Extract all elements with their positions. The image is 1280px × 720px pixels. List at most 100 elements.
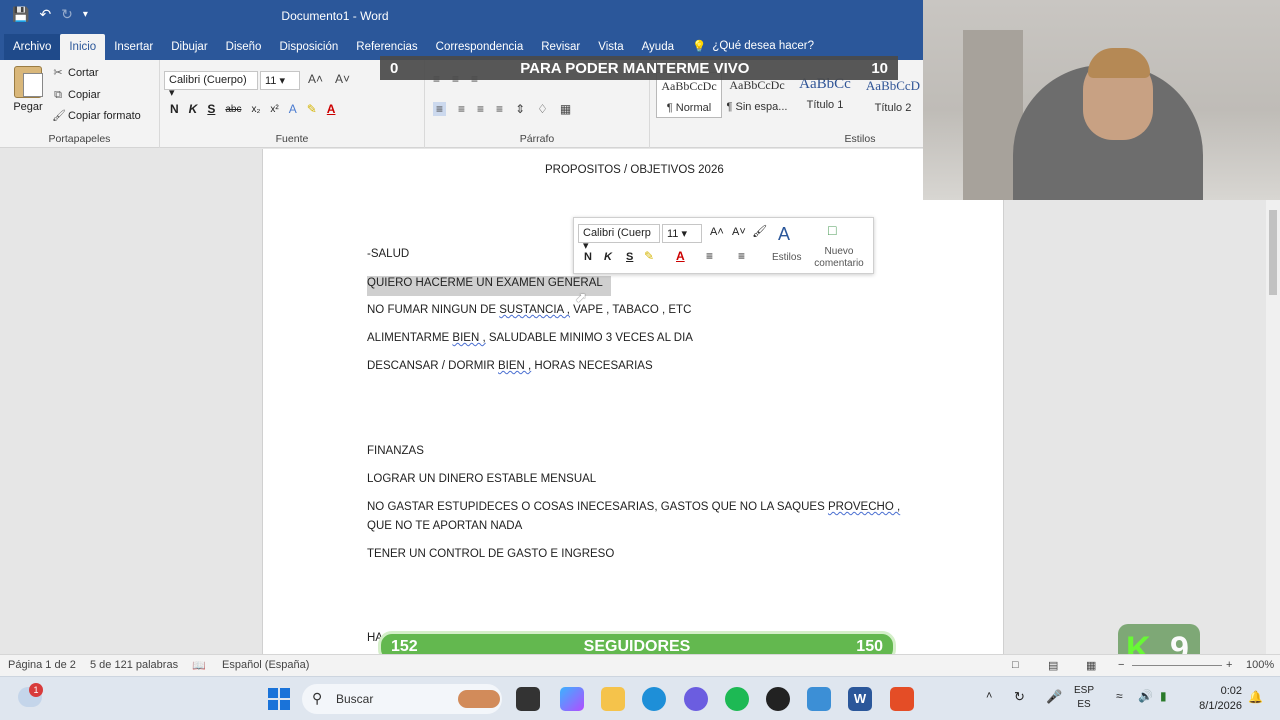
language-indicator[interactable]: Español (España) [222,659,309,671]
discord-icon[interactable] [684,687,708,711]
brave-icon[interactable] [890,687,914,711]
align-left-icon[interactable]: ≡ [433,102,447,116]
underline-button[interactable]: S [207,102,215,116]
mini-styles-label[interactable]: Estilos [772,252,801,263]
zoom-level[interactable]: 100% [1246,659,1274,671]
brush-icon: 🖌 [52,110,66,122]
copilot-icon[interactable] [560,687,584,711]
zoom-in-icon[interactable]: + [1226,659,1232,671]
spotify-icon[interactable] [725,687,749,711]
notifications-icon[interactable]: 🔔 [1248,690,1263,704]
text-effects-icon[interactable]: A [289,102,297,116]
status-bar: Página 1 de 2 5 de 121 palabras 📖 Españo… [0,654,1280,676]
language-switcher[interactable]: ESP ES [1074,684,1094,712]
microphone-icon[interactable]: 🎤 [1046,689,1062,705]
web-layout-icon[interactable]: ▦ [1086,659,1096,672]
read-mode-icon[interactable]: □ [1012,659,1019,671]
align-center-icon[interactable]: ≡ [458,102,465,116]
zoom-slider[interactable] [1132,665,1222,666]
font-size-select[interactable]: 11 ▾ [260,71,300,90]
italic-button[interactable]: K [189,102,198,116]
borders-icon[interactable]: ▦ [560,102,571,116]
battery-icon[interactable]: ▮ [1160,689,1167,703]
strikethrough-button[interactable]: abc [225,104,241,115]
file-explorer-icon[interactable] [601,687,625,711]
mini-size-select[interactable]: 11 ▾ [662,224,702,243]
tab-inicio[interactable]: Inicio [60,34,106,60]
new-comment-icon[interactable]: □ [828,222,836,238]
font-name-select[interactable]: Calibri (Cuerpo) ▾ [164,71,258,99]
mini-bullets-icon[interactable]: ≡ [706,249,713,263]
word-count[interactable]: 5 de 121 palabras [90,659,178,671]
font-color-icon[interactable]: A [327,102,336,116]
finanzas-line-3: TENER UN CONTROL DE GASTO E INGRESO [367,548,615,560]
mini-toolbar: Calibri (Cuerp ▾ 11 ▾ A˄ A˅ 🖌 N K S ✎ A … [573,217,874,274]
notepad-icon[interactable] [807,687,831,711]
print-layout-icon[interactable]: ▤ [1048,659,1058,672]
mini-underline-button[interactable]: S [626,251,633,263]
align-right-icon[interactable]: ≡ [477,102,484,116]
tray-chevron-icon[interactable]: ˄ [986,690,992,702]
mini-font-select[interactable]: Calibri (Cuerp ▾ [578,224,660,252]
task-view-icon[interactable] [516,687,540,711]
mini-grow-font-icon[interactable]: A˄ [710,226,724,238]
goal-target: 10 [871,59,888,77]
mini-shrink-font-icon[interactable]: A˅ [732,226,746,238]
doc-title: PROPOSITOS / OBJETIVOS 2026 [545,164,724,176]
goal-banner-top: 0 PARA PODER MANTERME VIVO 10 [380,56,898,80]
mini-font-color-icon[interactable]: A [676,249,685,263]
mini-numbering-icon[interactable]: ≡ [738,249,745,263]
salud-line-4: DESCANSAR / DORMIR BIEN , HORAS NECESARI… [367,360,653,372]
font-label: Fuente [275,133,309,145]
cut-button[interactable]: ✂ Cortar [52,67,98,79]
wifi-icon[interactable]: ≈ [1116,689,1123,703]
vertical-scrollbar[interactable] [1266,200,1280,654]
volume-icon[interactable]: 🔊 [1138,689,1153,703]
mini-styles-icon[interactable]: A [778,224,790,245]
paste-button[interactable]: Pegar [10,66,46,113]
format-painter-button[interactable]: 🖌 Copiar formato [52,110,141,122]
salud-line-3: ALIMENTARME BIEN , SALUDABLE MINIMO 3 VE… [367,332,693,344]
windows-start-icon[interactable] [268,688,290,710]
tab-archivo[interactable]: Archivo [4,34,61,60]
tab-disposicion[interactable]: Disposición [270,41,347,60]
line-spacing-icon[interactable]: ⇕ [515,102,525,116]
obs-icon[interactable] [766,687,790,711]
mouse-cursor-icon: ⬈ [575,289,587,305]
tab-insertar[interactable]: Insertar [105,41,162,60]
edge-icon[interactable] [642,687,666,711]
shading-icon[interactable]: ♢ [537,102,548,116]
webcam-overlay [923,0,1280,200]
mini-highlight-icon[interactable]: ✎ [644,249,654,263]
mini-format-painter-icon[interactable]: 🖌 [752,224,767,238]
mini-italic-button[interactable]: K [604,251,612,263]
scrollbar-thumb[interactable] [1269,210,1277,295]
paragraph-label: Párrafo [519,133,555,145]
sync-icon[interactable]: ↻ [1014,689,1025,705]
tab-dibujar[interactable]: Dibujar [162,41,216,60]
grow-font-icon[interactable]: A˄ [308,72,323,86]
proofing-icon[interactable]: 📖 [192,659,206,672]
goal-current: 0 [390,59,399,77]
copy-button[interactable]: ⧉ Copiar [52,89,100,101]
subscript-button[interactable]: x₂ [251,104,260,115]
superscript-button[interactable]: x² [270,104,278,115]
heading-salud: -SALUD [367,248,410,260]
search-highlight-icon[interactable] [458,690,500,708]
goal-text: PARA PODER MANTERME VIVO [520,59,750,77]
notification-badge: 1 [29,683,43,697]
taskbar-search[interactable]: ⚲ Buscar [302,684,502,714]
new-comment-button[interactable]: Nuevo comentario [812,246,866,270]
justify-icon[interactable]: ≡ [496,102,503,116]
mini-bold-button[interactable]: N [584,251,592,263]
clock[interactable]: 0:02 8/1/2026 [1198,684,1242,714]
page-count[interactable]: Página 1 de 2 [8,659,76,671]
salud-line-2: NO FUMAR NINGUN DE SUSTANCIA , VAPE , TA… [367,304,692,316]
highlight-icon[interactable]: ✎ [307,102,317,116]
shrink-font-icon[interactable]: A˅ [335,72,350,86]
word-taskbar-icon[interactable]: W [848,687,872,711]
bold-button[interactable]: N [170,102,179,116]
zoom-out-icon[interactable]: − [1118,659,1124,671]
tab-diseno[interactable]: Diseño [217,41,271,60]
search-icon: ⚲ [312,690,323,706]
